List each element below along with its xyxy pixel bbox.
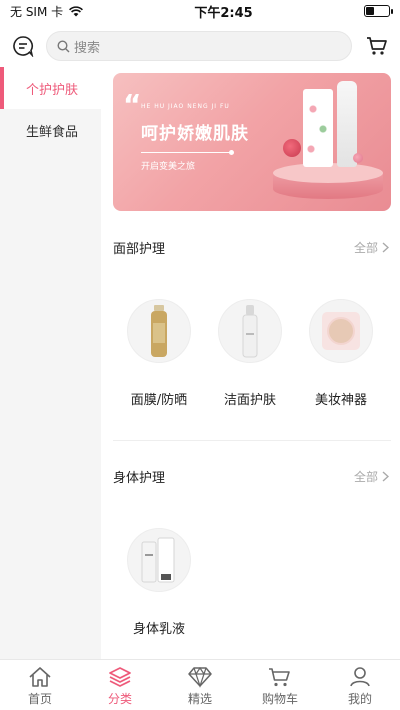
- cart-icon[interactable]: [364, 33, 390, 59]
- banner-divider: [141, 150, 234, 155]
- category-sidebar: 个护护肤 生鲜食品: [0, 67, 101, 659]
- section-title: 面部护理: [113, 241, 166, 257]
- bottom-tab-bar: 首页 分类 精选 购物车 我的: [0, 659, 400, 710]
- item-label: 面膜/防晒: [130, 393, 188, 408]
- tab-cart[interactable]: 购物车: [245, 660, 315, 710]
- cleanser-bottle-icon: [218, 299, 282, 363]
- search-placeholder: 搜索: [74, 40, 101, 56]
- rose-decoration: [283, 139, 301, 157]
- tab-label: 精选: [187, 691, 212, 706]
- section-divider: [113, 440, 391, 441]
- product-box-image: [303, 89, 333, 167]
- sidebar-item-label: 生鲜食品: [26, 124, 79, 140]
- user-icon: [348, 664, 372, 690]
- quote-mark-icon: “: [123, 88, 142, 121]
- category-item-cleanser[interactable]: 洁面护肤: [210, 299, 290, 419]
- chevron-right-icon: [382, 470, 389, 482]
- see-all-link[interactable]: 全部: [354, 239, 389, 256]
- tab-label: 首页: [27, 691, 52, 706]
- banner-subtitle: 开启变美之旅: [141, 162, 196, 172]
- tab-featured[interactable]: 精选: [165, 660, 235, 710]
- category-item-body-lotion[interactable]: 身体乳液: [119, 528, 199, 648]
- category-item-mask-sunscreen[interactable]: 面膜/防晒: [119, 299, 199, 419]
- cushion-compact-icon: [309, 299, 373, 363]
- banner-title: 呵护娇嫩肌肤: [141, 124, 249, 144]
- section-header-face-care: 面部护理 全部: [113, 237, 389, 257]
- item-label: 洁面护肤: [223, 393, 276, 408]
- see-all-label: 全部: [353, 469, 378, 484]
- banner-podium: [273, 163, 383, 201]
- cart-icon: [268, 664, 292, 690]
- tab-category[interactable]: 分类: [85, 660, 155, 710]
- battery-icon: [363, 5, 393, 17]
- tab-label: 分类: [107, 691, 132, 706]
- search-input[interactable]: 搜索: [46, 31, 352, 61]
- lotion-tube-icon: [127, 528, 191, 592]
- search-icon: [57, 39, 70, 53]
- promo-banner[interactable]: “ HE HU JIAO NENG JI FU 呵护娇嫩肌肤 开启变美之旅: [113, 73, 391, 211]
- carrier-text: 无 SIM 卡: [10, 4, 64, 19]
- see-all-label: 全部: [353, 240, 378, 255]
- status-left: 无 SIM 卡: [10, 3, 84, 20]
- spray-bottle-icon: [127, 299, 191, 363]
- item-label: 身体乳液: [132, 622, 185, 637]
- status-bar: 无 SIM 卡 下午2:45: [0, 0, 400, 22]
- tab-home[interactable]: 首页: [5, 660, 75, 710]
- sidebar-item-label: 个护护肤: [26, 82, 79, 98]
- category-content: “ HE HU JIAO NENG JI FU 呵护娇嫩肌肤 开启变美之旅 面部…: [101, 67, 400, 659]
- section-header-body-care: 身体护理 全部: [113, 466, 389, 486]
- tab-profile[interactable]: 我的: [325, 660, 395, 710]
- home-icon: [28, 664, 52, 690]
- banner-pinyin: HE HU JIAO NENG JI FU: [141, 103, 230, 110]
- diamond-icon: [187, 664, 213, 690]
- category-item-makeup-tools[interactable]: 美妆神器: [301, 299, 381, 419]
- layers-icon: [108, 664, 132, 690]
- tab-label: 我的: [347, 691, 372, 706]
- header: 搜索: [0, 26, 400, 66]
- section-title: 身体护理: [113, 470, 166, 486]
- battery-level: [365, 7, 374, 15]
- flower-decoration: [353, 153, 363, 163]
- wifi-icon: [69, 5, 84, 16]
- tab-label: 购物车: [261, 691, 298, 706]
- status-time: 下午2:45: [194, 5, 253, 21]
- item-label: 美妆神器: [314, 393, 367, 408]
- see-all-link[interactable]: 全部: [354, 468, 389, 485]
- chevron-right-icon: [382, 241, 389, 253]
- sidebar-item-personal-care[interactable]: 个护护肤: [0, 67, 101, 109]
- message-icon[interactable]: [10, 33, 36, 59]
- sidebar-item-fresh-food[interactable]: 生鲜食品: [0, 109, 101, 151]
